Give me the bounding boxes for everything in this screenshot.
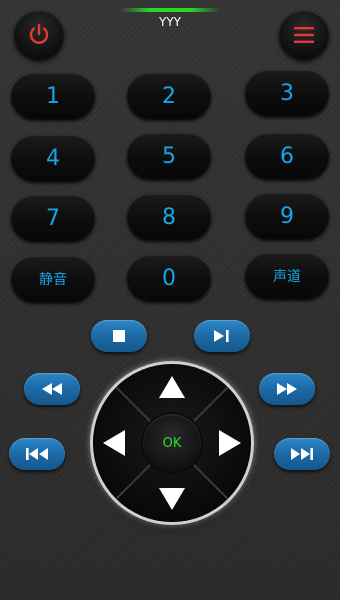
ok-button[interactable]: OK [143, 414, 201, 472]
key-5[interactable]: 5 [127, 133, 211, 179]
previous-button[interactable] [9, 438, 65, 470]
arrow-right-icon [219, 430, 241, 456]
dpad-down-button[interactable] [147, 476, 197, 516]
arrow-up-icon [159, 376, 185, 398]
play-pause-icon [214, 330, 229, 342]
rewind-button[interactable] [24, 373, 80, 405]
arrow-left-icon [103, 430, 125, 456]
mute-key[interactable]: 静音 [11, 256, 95, 302]
next-button[interactable] [274, 438, 330, 470]
key-4[interactable]: 4 [11, 135, 95, 181]
fast-forward-icon [277, 383, 297, 395]
rewind-icon [42, 383, 62, 395]
key-9[interactable]: 9 [245, 193, 329, 239]
key-6[interactable]: 6 [245, 133, 329, 179]
key-1[interactable]: 1 [11, 73, 95, 119]
arrow-down-icon [159, 488, 185, 510]
direction-pad: OK [93, 364, 251, 522]
dpad-right-button[interactable] [207, 418, 247, 468]
stop-button[interactable] [91, 320, 147, 352]
skip-previous-icon [26, 448, 48, 460]
power-button[interactable] [14, 10, 64, 60]
stop-icon [113, 330, 125, 342]
fast-forward-button[interactable] [259, 373, 315, 405]
key-0[interactable]: 0 [127, 255, 211, 301]
key-8[interactable]: 8 [127, 194, 211, 240]
dpad-left-button[interactable] [97, 418, 137, 468]
power-icon [29, 23, 49, 44]
remote-screen: YYY 1 2 3 4 5 6 7 8 9 静音 0 声道 OK [0, 0, 340, 600]
menu-button[interactable] [279, 10, 329, 60]
key-2[interactable]: 2 [127, 73, 211, 119]
dpad-up-button[interactable] [147, 370, 197, 410]
channel-key[interactable]: 声道 [245, 253, 329, 299]
menu-icon [294, 27, 314, 43]
key-7[interactable]: 7 [11, 195, 95, 241]
skip-next-icon [291, 448, 313, 460]
title-indicator-bar [120, 8, 220, 12]
key-3[interactable]: 3 [245, 70, 329, 116]
play-pause-button[interactable] [194, 320, 250, 352]
